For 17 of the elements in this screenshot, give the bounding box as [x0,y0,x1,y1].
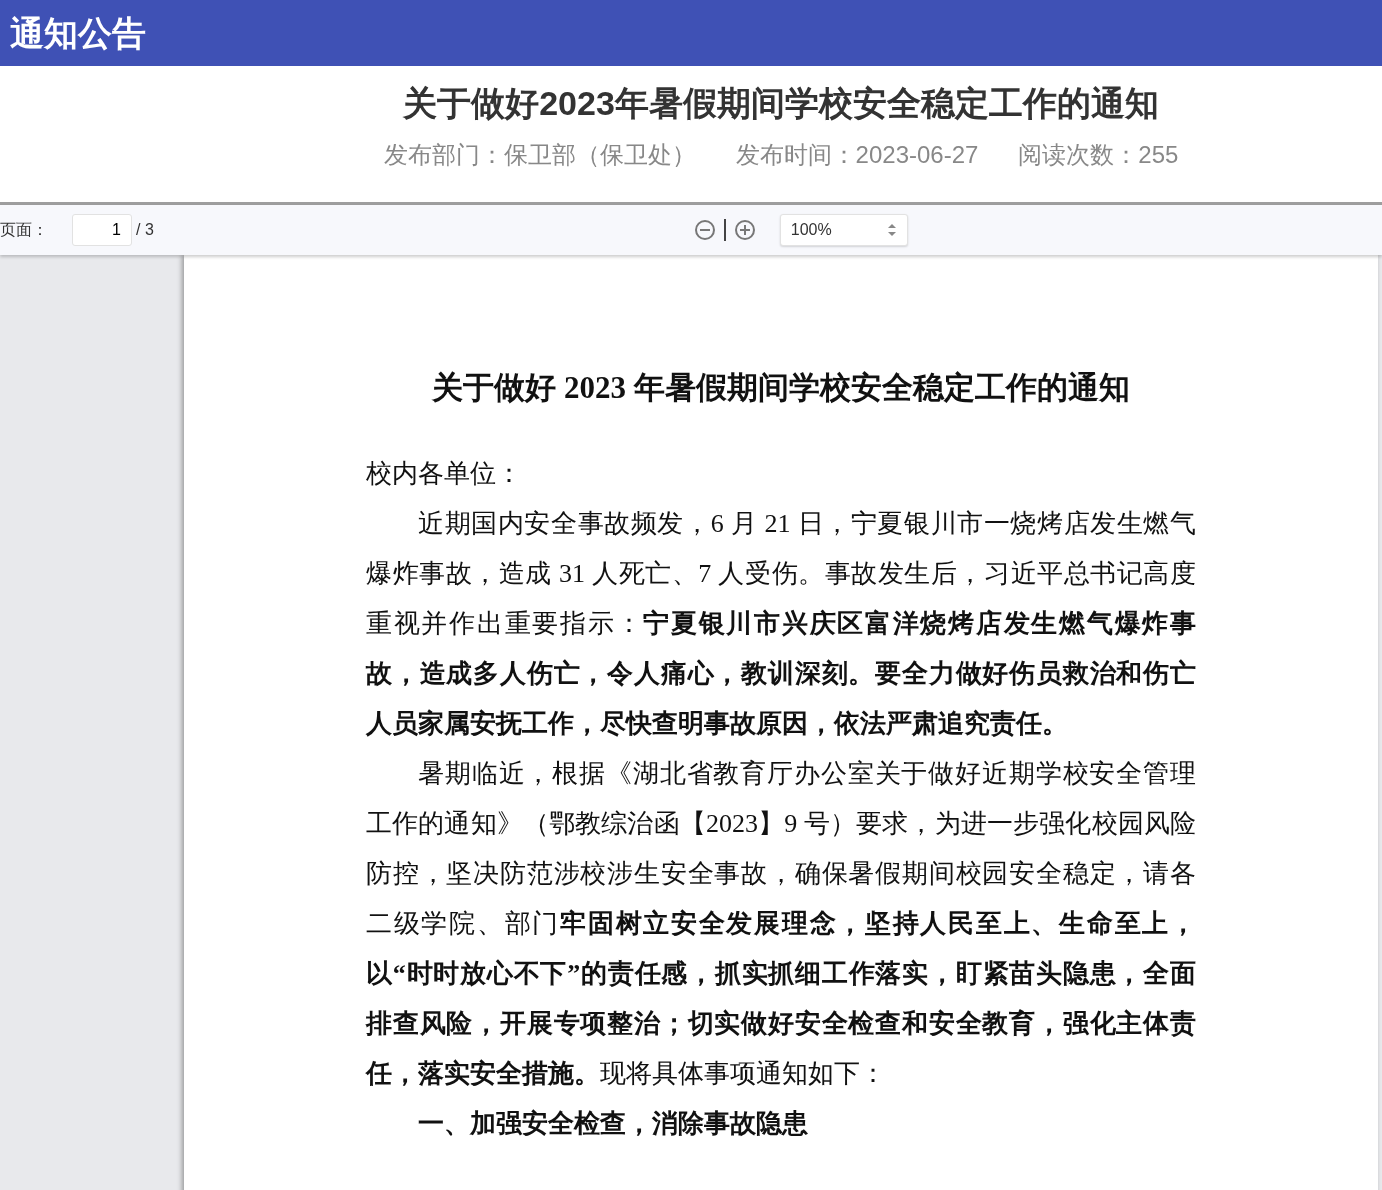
paragraph: 暑期临近，根据《湖北省教育厅办公室关于做好近期学校安全管理工作的通知》（鄂教综治函【2023】9 号）要求，为进一步强化校园风险防控，坚决防范涉校涉生安全事故，确保暑假期间校园安全稳定，请各二级学院、部门牢固树立安全发展理念，坚持人民至上、生命至上，以“时时放心不下”的责任感，抓实抓细工作落实，盯紧苗头隐患，全面排查风险，开展专项整治；切实做好安全检查和安全教育，强化主体责任，落实安全措施。现将具体事项通知如下： [366,758,1196,1090]
section-heading: 一、加强安全检查，消除事故隐患 [417,1108,809,1140]
zoom-out-icon[interactable] [693,219,716,241]
page-label: 页面： [0,220,48,240]
spinner-arrows-icon [886,222,897,238]
article-title: 关于做好2023年暑假期间学校安全稳定工作的通知 [402,83,1160,124]
page-number-field[interactable]: 1 [72,214,132,246]
paragraph: 近期国内安全事故频发，6 月 21 日，宁夏银川市一烧烤店发生燃气爆炸事故，造成 31 人死亡、7 人受伤。事故发生后，习近平总书记高度重视并作出重要指示：宁夏银川市兴庆区富洋烧烤店发生燃气爆炸事故，造成多人伤亡，令人痛心，教训深刻。要全力做好伤员救治和伤亡人员家属安抚工作，尽快查明事故原因，依法严肃追究责任。 [366,508,1196,740]
salutation: 校内各单位： [366,458,523,490]
page-total: / 3 [136,220,154,240]
article-meta: 阅读次数：255 [1018,140,1179,170]
page-header-title: 通知公告 [9,13,147,54]
zoom-select[interactable]: 100% [779,214,908,246]
zoom-in-icon[interactable] [733,219,756,241]
document-title: 关于做好 2023 年暑假期间学校安全稳定工作的通知 [431,369,1131,407]
article-meta: 发布部门：保卫部（保卫处） [383,140,696,170]
article-meta: 发布时间：2023-06-27 [735,140,979,170]
